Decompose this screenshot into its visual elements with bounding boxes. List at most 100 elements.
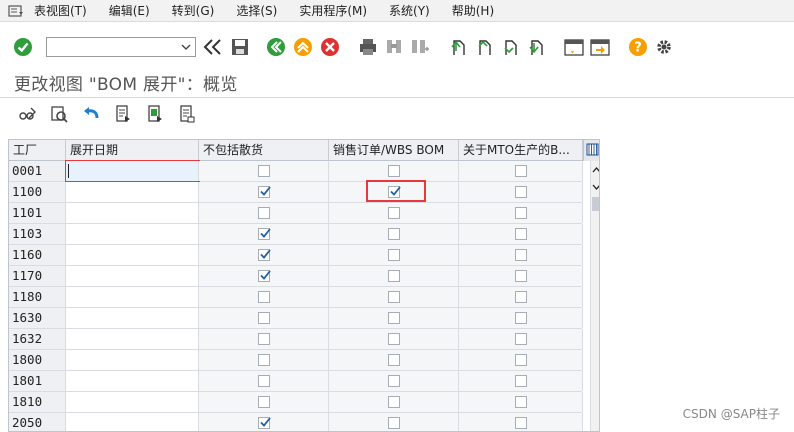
exclude-bulk-checkbox[interactable] bbox=[258, 375, 270, 387]
exclude-bulk-checkbox[interactable] bbox=[258, 312, 270, 324]
exclude-bulk-checkbox[interactable] bbox=[258, 165, 270, 177]
exclude-bulk-checkbox[interactable] bbox=[258, 249, 271, 261]
exclude-bulk-checkbox[interactable] bbox=[258, 186, 271, 198]
last-page-icon[interactable] bbox=[525, 36, 547, 58]
display-change-icon[interactable] bbox=[16, 103, 38, 125]
sales-order-wbs-bom-checkbox[interactable] bbox=[388, 333, 400, 345]
mto-production-checkbox[interactable] bbox=[515, 417, 527, 429]
mto-production-checkbox[interactable] bbox=[515, 165, 527, 177]
cancel-icon[interactable] bbox=[319, 36, 341, 58]
explosion-date-input[interactable] bbox=[66, 203, 199, 223]
sales-order-wbs-bom-checkbox[interactable] bbox=[388, 165, 400, 177]
next-page-icon[interactable] bbox=[499, 36, 521, 58]
sales-order-wbs-bom-checkbox[interactable] bbox=[388, 354, 400, 366]
mto-production-checkbox[interactable] bbox=[515, 375, 527, 387]
mto-production-checkbox[interactable] bbox=[515, 396, 527, 408]
app-menu-icon[interactable] bbox=[8, 4, 24, 18]
mto-production-checkbox[interactable] bbox=[515, 270, 527, 282]
explosion-date-input[interactable] bbox=[66, 350, 199, 370]
menu-table-view[interactable]: 表视图(T) bbox=[34, 2, 87, 19]
scroll-up-icon[interactable] bbox=[591, 166, 600, 174]
column-header-explosion-date[interactable]: 展开日期 bbox=[66, 140, 199, 161]
create-session-icon[interactable] bbox=[563, 36, 585, 58]
find-icon[interactable] bbox=[383, 36, 405, 58]
history-back-icon[interactable] bbox=[202, 36, 224, 58]
explosion-date-input[interactable] bbox=[66, 329, 199, 349]
deselect-all-icon[interactable] bbox=[176, 103, 198, 125]
sales-order-wbs-bom-checkbox[interactable] bbox=[388, 417, 400, 429]
exclude-bulk-checkbox[interactable] bbox=[258, 354, 270, 366]
sales-order-wbs-bom-checkbox[interactable] bbox=[388, 228, 400, 240]
vertical-scrollbar[interactable] bbox=[590, 161, 600, 431]
menu-bar: 表视图(T) 编辑(E) 转到(G) 选择(S) 实用程序(M) 系统(Y) 帮… bbox=[0, 0, 794, 22]
table-row: 1632 bbox=[9, 329, 583, 350]
menu-edit[interactable]: 编辑(E) bbox=[109, 2, 150, 19]
column-header-sales-order-wbs-bom[interactable]: 销售订单/WBS BOM bbox=[329, 140, 459, 161]
sales-order-wbs-bom-checkbox[interactable] bbox=[388, 396, 400, 408]
explosion-date-input[interactable] bbox=[66, 182, 199, 202]
column-settings-icon[interactable] bbox=[583, 140, 599, 161]
select-block-icon[interactable] bbox=[144, 103, 166, 125]
previous-page-icon[interactable] bbox=[473, 36, 495, 58]
find-next-icon[interactable] bbox=[409, 36, 431, 58]
exclude-bulk-checkbox[interactable] bbox=[258, 270, 271, 282]
exclude-bulk-checkbox[interactable] bbox=[258, 396, 270, 408]
mto-production-checkbox[interactable] bbox=[515, 291, 527, 303]
exclude-bulk-checkbox[interactable] bbox=[258, 333, 270, 345]
command-field[interactable] bbox=[46, 37, 196, 57]
column-header-exclude-bulk[interactable]: 不包括散货 bbox=[199, 140, 329, 161]
first-page-icon[interactable] bbox=[447, 36, 469, 58]
create-shortcut-icon[interactable] bbox=[589, 36, 611, 58]
help-icon[interactable]: ? bbox=[627, 36, 649, 58]
explosion-date-input[interactable] bbox=[66, 224, 199, 244]
mto-production-checkbox[interactable] bbox=[515, 333, 527, 345]
mto-production-checkbox[interactable] bbox=[515, 186, 527, 198]
column-header-mto-production[interactable]: 关于MTO生产的B... bbox=[459, 140, 583, 161]
mto-production-checkbox[interactable] bbox=[515, 207, 527, 219]
explosion-date-input[interactable] bbox=[66, 308, 199, 328]
sales-order-wbs-bom-checkbox[interactable] bbox=[388, 207, 400, 219]
exclude-bulk-checkbox[interactable] bbox=[258, 207, 270, 219]
mto-production-checkbox[interactable] bbox=[515, 354, 527, 366]
print-icon[interactable] bbox=[357, 36, 379, 58]
plant-cell: 1632 bbox=[9, 329, 66, 349]
sales-order-wbs-bom-checkbox[interactable] bbox=[388, 249, 400, 261]
explosion-date-input[interactable] bbox=[65, 160, 212, 182]
explosion-date-input[interactable] bbox=[66, 371, 199, 391]
gear-icon[interactable] bbox=[653, 36, 675, 58]
mto-production-checkbox[interactable] bbox=[515, 312, 527, 324]
column-header-plant[interactable]: 工厂 bbox=[9, 140, 66, 161]
save-icon[interactable] bbox=[229, 36, 251, 58]
explosion-date-input[interactable] bbox=[66, 266, 199, 286]
command-input[interactable] bbox=[47, 38, 175, 56]
plant-cell: 1800 bbox=[9, 350, 66, 370]
mto-production-checkbox[interactable] bbox=[515, 228, 527, 240]
so-wbs-cell bbox=[329, 350, 459, 370]
undo-icon[interactable] bbox=[80, 103, 102, 125]
explosion-date-input[interactable] bbox=[66, 287, 199, 307]
explosion-date-input[interactable] bbox=[66, 413, 199, 431]
menu-select[interactable]: 选择(S) bbox=[236, 2, 277, 19]
select-all-icon[interactable] bbox=[112, 103, 134, 125]
mto-production-checkbox[interactable] bbox=[515, 249, 527, 261]
chevron-down-icon[interactable] bbox=[180, 41, 192, 53]
menu-goto[interactable]: 转到(G) bbox=[172, 2, 215, 19]
details-icon[interactable] bbox=[48, 103, 70, 125]
menu-utilities[interactable]: 实用程序(M) bbox=[299, 2, 367, 19]
explosion-date-input[interactable] bbox=[66, 392, 199, 412]
menu-system[interactable]: 系统(Y) bbox=[389, 2, 430, 19]
exit-icon[interactable] bbox=[292, 36, 314, 58]
scroll-down-icon[interactable] bbox=[591, 183, 600, 191]
enter-check-icon[interactable] bbox=[12, 36, 34, 58]
sales-order-wbs-bom-checkbox[interactable] bbox=[388, 375, 400, 387]
scrollbar-thumb[interactable] bbox=[592, 197, 599, 211]
sales-order-wbs-bom-checkbox[interactable] bbox=[388, 291, 400, 303]
exclude-bulk-checkbox[interactable] bbox=[258, 291, 270, 303]
sales-order-wbs-bom-checkbox[interactable] bbox=[388, 270, 400, 282]
back-icon[interactable] bbox=[265, 36, 287, 58]
sales-order-wbs-bom-checkbox[interactable] bbox=[388, 312, 400, 324]
exclude-bulk-checkbox[interactable] bbox=[258, 417, 271, 429]
explosion-date-input[interactable] bbox=[66, 245, 199, 265]
menu-help[interactable]: 帮助(H) bbox=[452, 2, 494, 19]
exclude-bulk-checkbox[interactable] bbox=[258, 228, 271, 240]
